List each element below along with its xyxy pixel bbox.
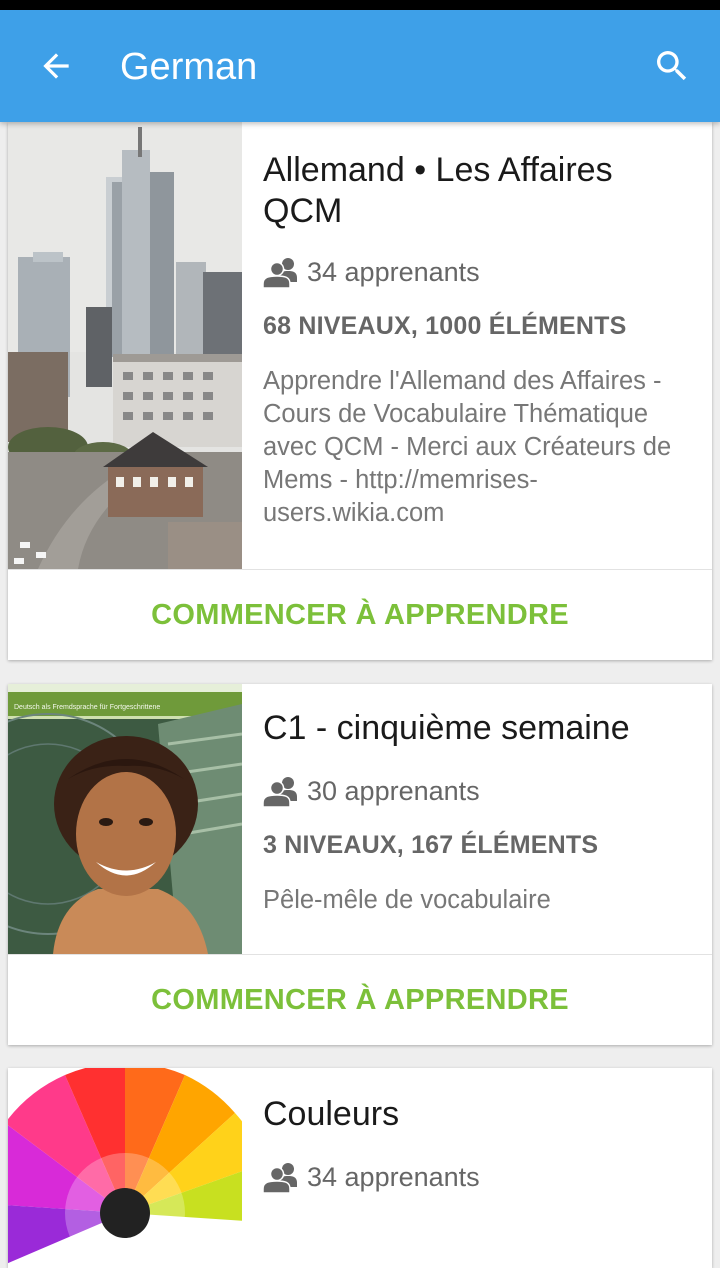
learner-count: 30 apprenants <box>263 775 688 807</box>
learner-count: 34 apprenants <box>263 1161 688 1193</box>
course-thumbnail: Deutsch als Fremdsprache für Fortgeschri… <box>8 684 242 954</box>
course-description: Apprendre l'Allemand des Affaires - Cour… <box>263 367 672 527</box>
course-card[interactable]: Allemand • Les Affaires QCM 34 apprenant… <box>8 122 712 660</box>
course-thumbnail <box>8 1068 242 1268</box>
course-title: Allemand • Les Affaires QCM <box>263 151 613 230</box>
search-button[interactable] <box>642 36 702 96</box>
status-bar <box>0 0 720 10</box>
course-title: C1 - cinquième semaine <box>263 709 630 747</box>
course-info: C1 - cinquième semaine 30 apprenants 3 N… <box>263 684 688 917</box>
people-icon <box>263 777 297 807</box>
course-description: Pêle-mêle de vocabulaire <box>263 886 551 914</box>
learner-count-label: 30 apprenants <box>307 775 480 806</box>
learner-count-label: 34 apprenants <box>307 1161 480 1192</box>
start-learning-button[interactable]: COMMENCER À APPRENDRE <box>8 570 712 660</box>
course-card[interactable]: Deutsch als Fremdsprache für Fortgeschri… <box>8 684 712 1045</box>
learner-count: 34 apprenants <box>263 256 688 288</box>
learner-count-label: 34 apprenants <box>307 256 480 287</box>
course-info: Couleurs 34 apprenants <box>263 1068 688 1193</box>
back-button[interactable] <box>26 36 86 96</box>
search-icon <box>657 51 687 81</box>
course-title: Couleurs <box>263 1095 400 1133</box>
page-title: German <box>120 46 258 88</box>
course-info: Allemand • Les Affaires QCM 34 apprenant… <box>263 122 688 530</box>
people-icon <box>263 1163 297 1193</box>
people-icon <box>263 258 297 288</box>
course-thumbnail <box>8 122 242 569</box>
app-bar: German <box>0 10 720 122</box>
book-subtitle-text: Deutsch als Fremdsprache für Fortgeschri… <box>14 704 160 711</box>
arrow-left-icon <box>43 53 69 79</box>
course-card[interactable]: Couleurs 34 apprenants <box>8 1068 712 1268</box>
course-levels: 68 NIVEAUX, 1000 ÉLÉMENTS <box>263 312 627 340</box>
course-levels: 3 NIVEAUX, 167 ÉLÉMENTS <box>263 831 599 859</box>
start-learning-button[interactable]: COMMENCER À APPRENDRE <box>8 955 712 1045</box>
